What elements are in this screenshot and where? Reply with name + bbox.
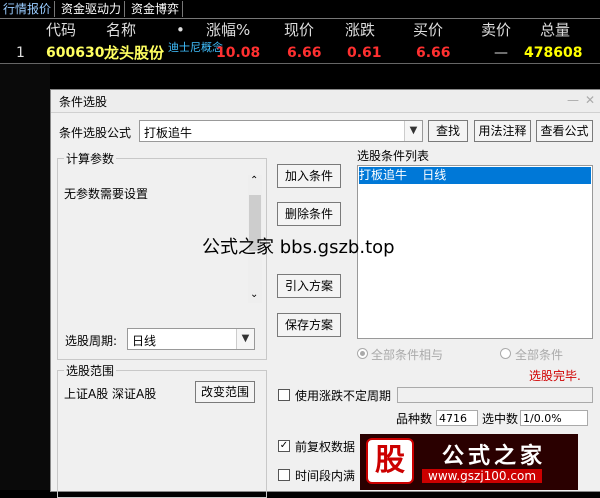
row-change: 0.61 xyxy=(347,45,382,61)
close-icon[interactable]: ✕ xyxy=(585,93,595,107)
find-button[interactable]: 查找 xyxy=(428,120,468,142)
adjust-checkbox[interactable]: ✓ xyxy=(278,440,290,452)
indeterminate-field[interactable] xyxy=(397,387,593,403)
selected-label: 选中数 xyxy=(482,412,519,426)
change-range-button[interactable]: 改变范围 xyxy=(195,381,255,403)
delete-condition-button[interactable]: 删除条件 xyxy=(277,202,341,226)
row-volume: 478608 xyxy=(524,45,583,61)
period-label: 选股周期: xyxy=(65,334,118,348)
left-panel xyxy=(0,64,50,490)
col-price[interactable]: 现价 xyxy=(284,20,314,40)
col-ask[interactable]: 卖价 xyxy=(481,20,511,40)
period-select[interactable]: 日线 ▼ xyxy=(127,328,255,350)
logo-name: 公式之家 xyxy=(442,444,547,469)
row-bid: 6.66 xyxy=(416,45,451,61)
formula-select[interactable]: 打板追牛 ▼ xyxy=(139,120,423,142)
tab-quotes[interactable]: 行情报价 xyxy=(0,1,56,17)
params-title: 计算参数 xyxy=(64,150,117,167)
use-indeterminate-checkbox[interactable] xyxy=(278,389,290,401)
tab-capital-game[interactable]: 资金博弈 xyxy=(128,1,184,17)
selected-value: 1/0.0% xyxy=(520,410,588,426)
col-volume[interactable]: 总量 xyxy=(540,20,570,40)
row-divider xyxy=(0,63,600,64)
dialog-titlebar[interactable]: 条件选股 — ✕ xyxy=(51,90,600,113)
range-title: 选股范围 xyxy=(64,362,117,379)
row-change-pct: 10.08 xyxy=(216,45,261,61)
tab-capital-drive[interactable]: 资金驱动力 xyxy=(58,1,126,17)
radio-all-or-label: 全部条件 xyxy=(515,348,564,362)
dialog-title: 条件选股 xyxy=(59,95,108,109)
use-indeterminate-label: 使用涨跌不定周期 xyxy=(295,389,392,403)
interval-label: 时间段内满 xyxy=(295,469,356,483)
status-text: 选股完毕. xyxy=(529,369,581,383)
period-value: 日线 xyxy=(132,334,157,348)
radio-all-and-label: 全部条件相与 xyxy=(371,348,444,362)
range-group: 选股范围 上证A股 深证A股 改变范围 xyxy=(57,362,267,498)
row-concept: 迪士尼概念 xyxy=(168,41,223,54)
save-plan-button[interactable]: 保存方案 xyxy=(277,313,341,337)
col-bid[interactable]: 买价 xyxy=(413,20,443,40)
row-ask: — xyxy=(494,45,508,61)
col-change-pct[interactable]: 涨幅% xyxy=(206,20,250,40)
adjust-label: 前复权数据 xyxy=(295,440,356,454)
logo-url: www.gszj100.com xyxy=(422,469,543,483)
row-code: 600630 xyxy=(46,45,105,61)
watermark: 公式之家 bbs.gszb.top xyxy=(202,237,395,258)
condition-list-title: 选股条件列表 xyxy=(357,149,430,163)
interval-checkbox[interactable] xyxy=(278,469,290,481)
chevron-down-icon[interactable]: ▼ xyxy=(236,329,254,349)
pinzhong-label: 品种数 xyxy=(396,412,433,426)
market-tabs: 行情报价 资金驱动力 资金博弈 xyxy=(0,0,600,19)
scroll-down-icon[interactable]: ⌄ xyxy=(250,289,258,300)
logo-glyph: 股 xyxy=(366,438,414,484)
col-code[interactable]: 代码 xyxy=(46,20,76,40)
col-dot: • xyxy=(176,21,185,39)
col-name[interactable]: 名称 xyxy=(106,20,136,40)
radio-all-or[interactable] xyxy=(500,348,511,359)
col-change[interactable]: 涨跌 xyxy=(345,20,375,40)
row-index: 1 xyxy=(16,45,25,61)
condition-select-dialog: 条件选股 — ✕ 条件选股公式 打板追牛 ▼ 查找 用法注释 查看公式 计算参数… xyxy=(50,89,600,498)
site-logo: 股 公式之家 www.gszj100.com xyxy=(360,434,578,490)
row-price: 6.66 xyxy=(287,45,322,61)
params-text: 无参数需要设置 xyxy=(64,187,149,201)
import-plan-button[interactable]: 引入方案 xyxy=(277,274,341,298)
formula-value: 打板追牛 xyxy=(144,126,193,140)
minimize-icon[interactable]: — xyxy=(567,93,579,107)
range-values: 上证A股 深证A股 xyxy=(64,387,157,401)
pinzhong-value: 4716 xyxy=(436,410,478,426)
radio-all-and[interactable] xyxy=(357,348,368,359)
formula-label: 条件选股公式 xyxy=(59,126,132,140)
list-item[interactable]: 打板追牛 日线 xyxy=(359,167,591,184)
usage-button[interactable]: 用法注释 xyxy=(474,120,531,142)
view-formula-button[interactable]: 查看公式 xyxy=(536,120,593,142)
scroll-up-icon[interactable]: ⌃ xyxy=(250,175,258,186)
row-name: 龙头股份 xyxy=(104,44,165,62)
add-condition-button[interactable]: 加入条件 xyxy=(277,164,341,188)
chevron-down-icon[interactable]: ▼ xyxy=(404,121,422,141)
